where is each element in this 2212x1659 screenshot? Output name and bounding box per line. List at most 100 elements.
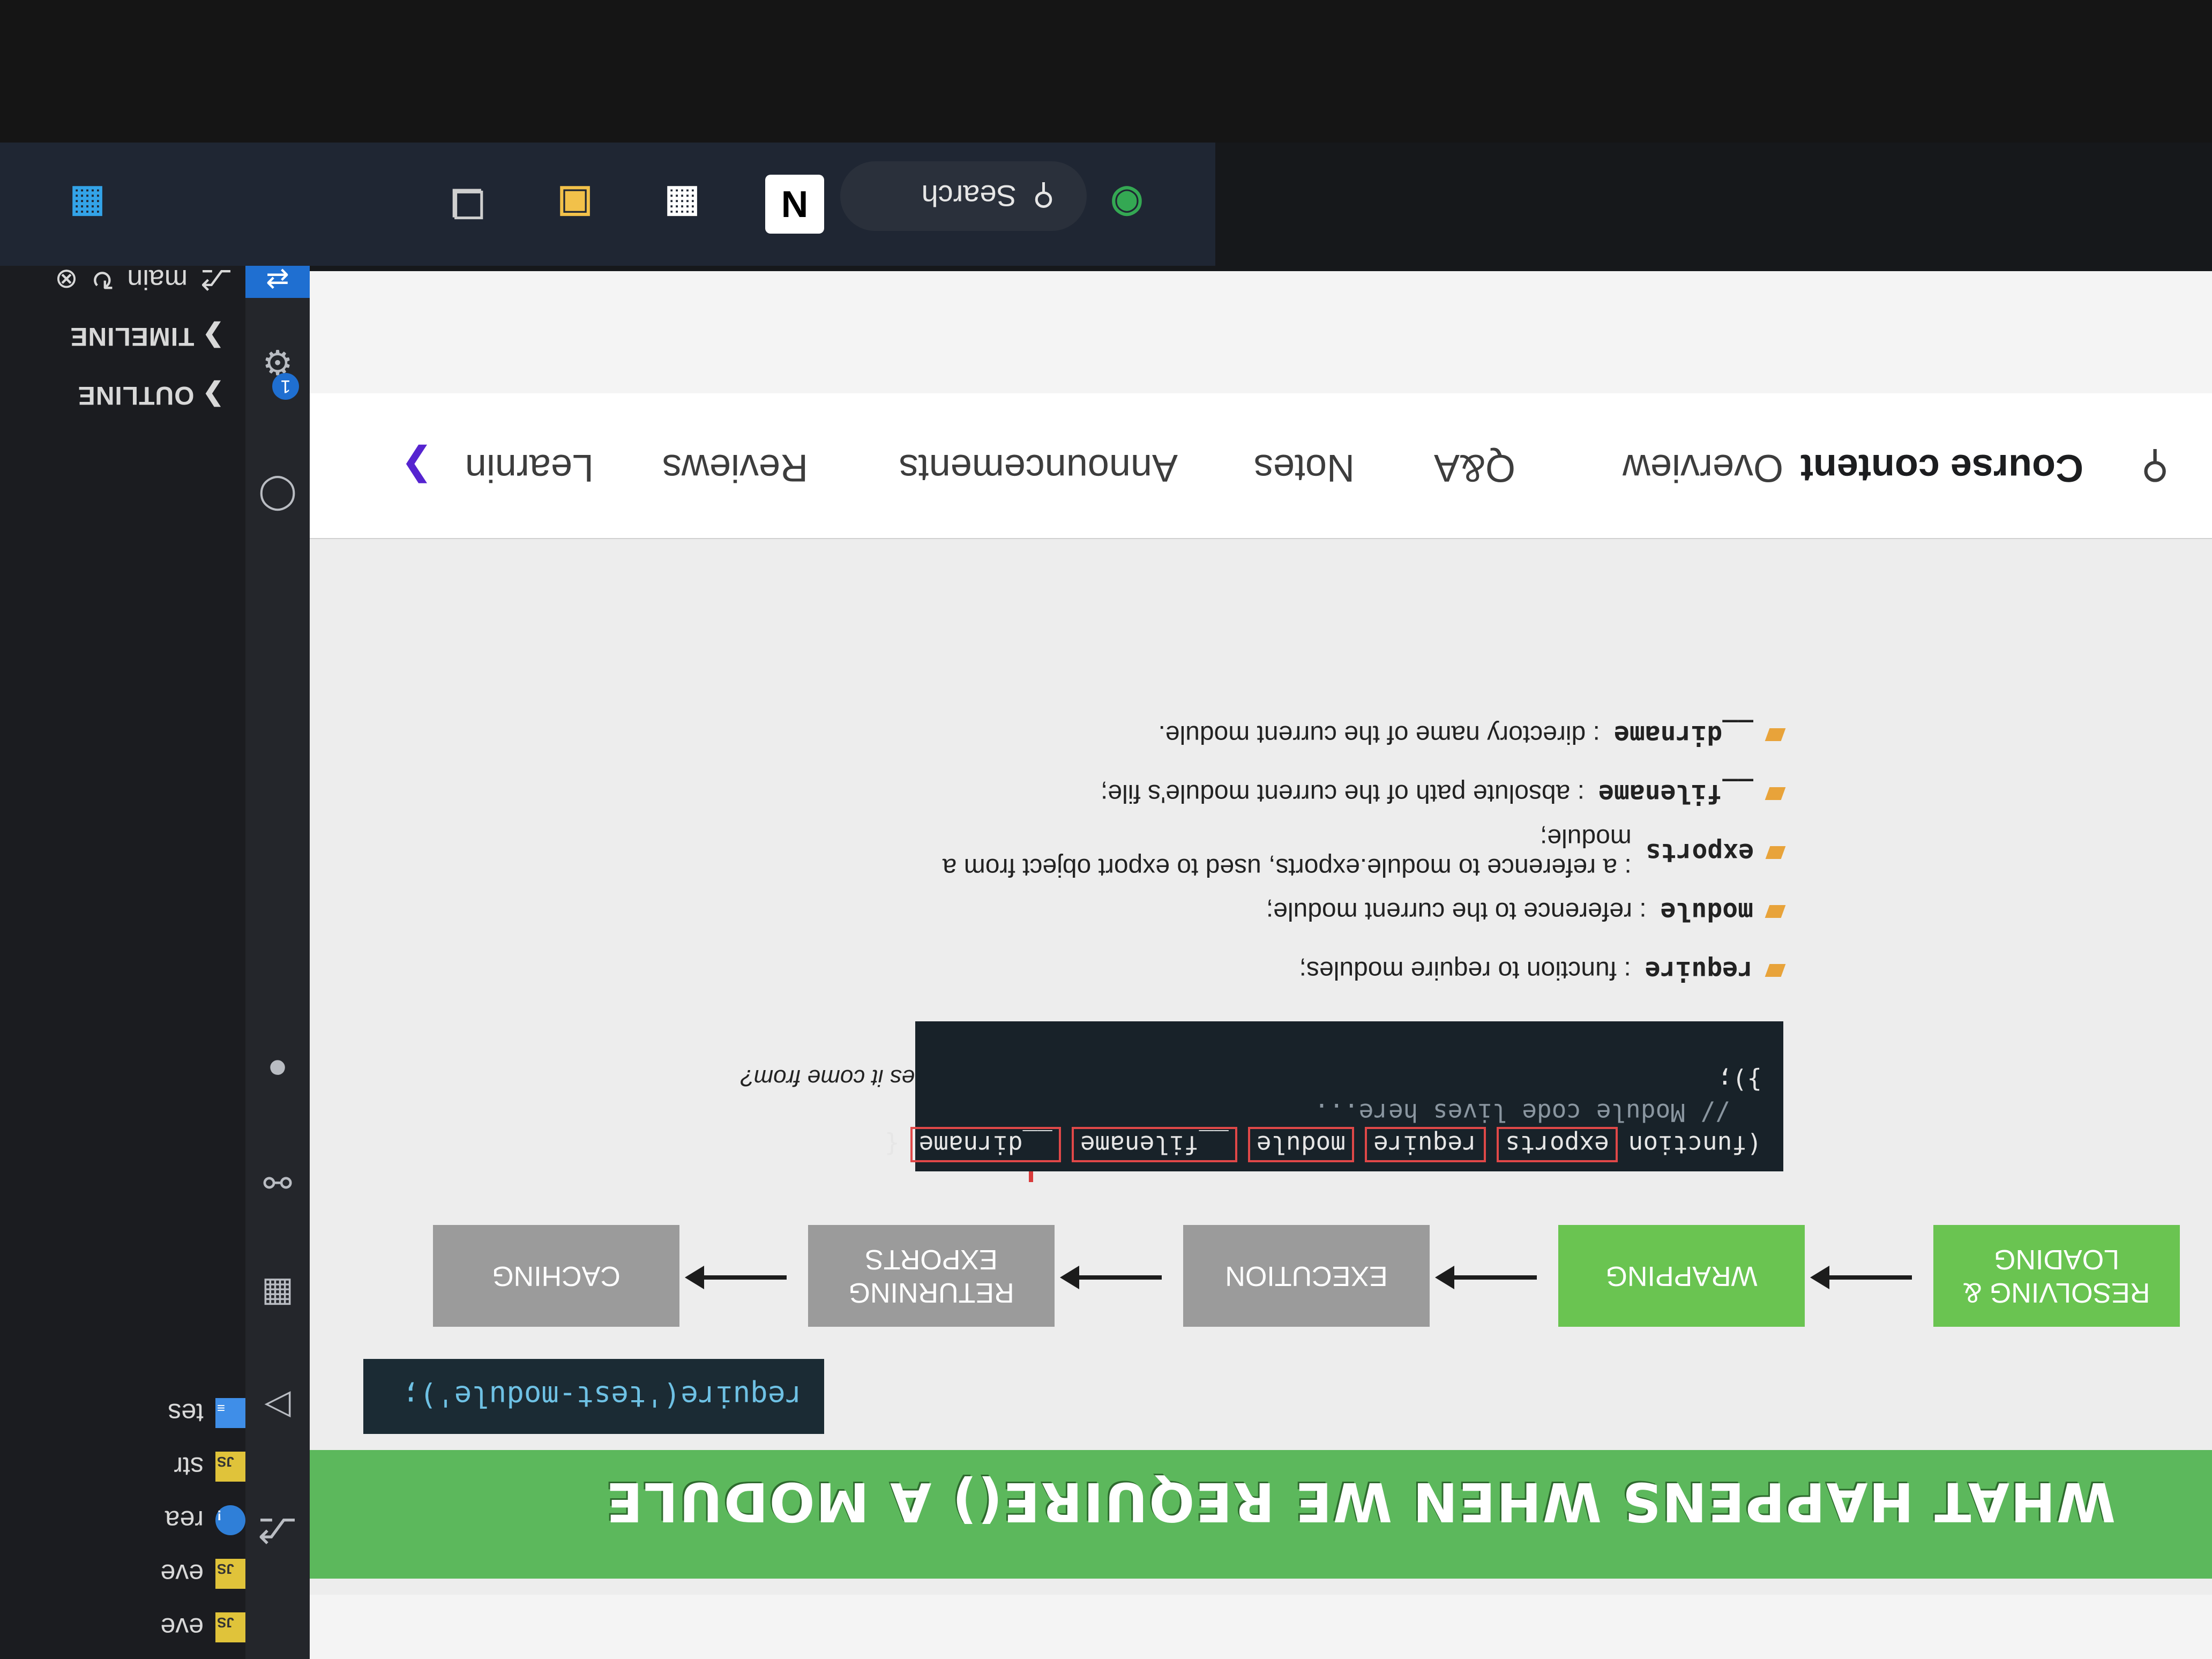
search-icon: ⚲	[1032, 180, 1055, 213]
tab-notes[interactable]: Notes	[1254, 446, 1355, 490]
file-name: tes	[168, 1398, 204, 1428]
search-icon[interactable]: ⚲	[2141, 445, 2169, 490]
vscode-explorer: JS eve JS eve ! rea JS str ≡ tes ❯ OUTLINE ❯ …	[0, 266, 245, 1659]
flow-arrow	[1826, 1275, 1912, 1280]
js-file-icon: JS	[215, 1612, 245, 1642]
laptop-bezel	[0, 0, 2212, 143]
lecture-slide: WHAT HAPPENS WHEN WE REQUIRE() A MODULE …	[310, 491, 2212, 1595]
timeline-label: TIMELINE	[70, 322, 195, 350]
step-caching: CACHING	[433, 1225, 679, 1327]
flow-arrow	[701, 1275, 787, 1280]
flow-arrow	[1451, 1275, 1537, 1280]
bullet-text: : function to require modules;	[1299, 956, 1631, 985]
bullet-term: __filename	[1598, 779, 1753, 809]
errors-icon[interactable]: ⊗	[55, 263, 78, 295]
photographed-screen: WHAT HAPPENS WHEN WE REQUIRE() A MODULE …	[0, 0, 2212, 1659]
branch-name[interactable]: main	[127, 263, 188, 295]
bullet-marker	[1765, 905, 1786, 918]
bullet-term: __dirname	[1613, 720, 1753, 750]
slide-banner: WHAT HAPPENS WHEN WE REQUIRE() A MODULE	[310, 1450, 2212, 1579]
step-wrapping: WRAPPING	[1558, 1225, 1805, 1327]
remote-icon[interactable]: ⚯	[256, 1161, 299, 1204]
step-execution: EXECUTION	[1183, 1225, 1430, 1327]
file-explorer-icon[interactable]: ▣	[545, 175, 604, 234]
course-tabs: ⚲ Course content Overview Q&A Notes Anno…	[310, 393, 2212, 539]
chrome-profile-icon[interactable]: ◉	[1097, 175, 1156, 234]
source-control-icon[interactable]: ⎇	[256, 1509, 299, 1552]
step-returning-exports: RETURNING EXPORTS	[808, 1225, 1055, 1327]
tab-learning[interactable]: Learnin	[465, 446, 594, 490]
code-closing: });	[1717, 1066, 1762, 1095]
browser-content: WHAT HAPPENS WHEN WE REQUIRE() A MODULE …	[310, 271, 2212, 1659]
file-item[interactable]: JS eve	[160, 1558, 245, 1589]
list-item: module : reference to the current module;	[872, 882, 1786, 941]
slide-title: WHAT HAPPENS WHEN WE REQUIRE() A MODULE	[605, 1470, 2116, 1533]
code-brace: {	[884, 1130, 900, 1159]
file-name: rea	[165, 1505, 204, 1535]
list-item: require : function to require modules;	[872, 941, 1786, 1000]
bullet-list: require : function to require modules; mo…	[872, 705, 1786, 1000]
wrapper-function-code: (function exports require module __filen…	[885, 1021, 1783, 1171]
extensions-icon[interactable]: ▦	[256, 1273, 299, 1316]
tab-course-content[interactable]: Course content	[1800, 446, 2083, 490]
chevron-right-icon: ❯	[201, 381, 224, 409]
bullet-marker	[1765, 787, 1786, 800]
code-keyword: (function	[1628, 1130, 1762, 1159]
git-branch-icon: ⎇	[200, 264, 233, 295]
tab-announcements[interactable]: Announcements	[899, 446, 1178, 490]
docker-icon[interactable]: ●	[256, 1048, 299, 1091]
list-item: __dirname : directory name of the current…	[872, 705, 1786, 764]
file-item[interactable]: ! rea	[165, 1505, 245, 1536]
bullet-text: : absolute path of the current module's …	[1100, 779, 1585, 808]
outline-section[interactable]: ❯ OUTLINE	[78, 380, 224, 410]
file-item[interactable]: ≡ tes	[168, 1398, 245, 1429]
js-file-icon: JS	[215, 1452, 245, 1482]
file-item[interactable]: JS str	[174, 1451, 245, 1482]
taskbar-search[interactable]: ⚲ Search	[840, 161, 1087, 231]
settings-badge: 1	[272, 373, 299, 400]
tab-qa[interactable]: Q&A	[1434, 446, 1515, 490]
task-view-icon[interactable]: ❏	[438, 175, 497, 234]
js-file-icon: JS	[215, 1559, 245, 1589]
list-item: exports: a reference to module.exports, …	[872, 823, 1786, 882]
bullet-text: : reference to the current module;	[1266, 897, 1647, 926]
bullet-term: exports	[1645, 838, 1754, 868]
bullet-text: : directory name of the current module.	[1158, 720, 1600, 749]
code-param: __filename	[1071, 1127, 1237, 1162]
chevron-right-icon[interactable]: ❯	[401, 445, 433, 490]
outline-label: OUTLINE	[77, 381, 195, 409]
remote-indicator-icon[interactable]: ⇄	[245, 260, 310, 298]
bullet-marker	[1765, 846, 1786, 859]
require-code-box: require('test-module');	[363, 1359, 824, 1434]
code-param: exports	[1496, 1127, 1618, 1162]
flow-arrow	[1076, 1275, 1162, 1280]
code-param: __dirname	[910, 1127, 1061, 1162]
chevron-right-icon: ❯	[201, 322, 224, 350]
bullet-term: module	[1660, 896, 1753, 926]
file-name: str	[174, 1452, 204, 1482]
file-name: eve	[160, 1612, 204, 1642]
windows-start-icon[interactable]: ▦	[58, 175, 117, 234]
tab-overview[interactable]: Overview	[1623, 446, 1783, 490]
sync-icon[interactable]: ↻	[91, 263, 115, 295]
file-name: eve	[160, 1559, 204, 1589]
debug-icon[interactable]: ▷	[256, 1386, 299, 1429]
microsoft-store-icon[interactable]: ▦	[653, 175, 712, 234]
list-item: __filename : absolute path of the current…	[872, 764, 1786, 823]
search-label: Search	[921, 179, 1017, 213]
code-param: require	[1365, 1127, 1486, 1162]
file-item[interactable]: JS eve	[160, 1612, 245, 1643]
timeline-section[interactable]: ❯ TIMELINE	[70, 322, 224, 352]
vscode-status-bar: ⇄ ⎇ main ↻ ⊗	[0, 260, 310, 298]
accounts-icon[interactable]: ◯	[256, 475, 299, 518]
vscode-activity-bar: ⎇ ▷ ▦ ⚯ ● ◯ ⚙ 1	[245, 266, 310, 1659]
notion-icon[interactable]: N	[765, 175, 824, 234]
tab-reviews[interactable]: Reviews	[662, 446, 808, 490]
bullet-marker	[1765, 728, 1786, 741]
step-resolving-loading: RESOLVING & LOADING	[1933, 1225, 2180, 1327]
code-comment: // Module code lives here...	[1314, 1098, 1730, 1127]
code-param: module	[1247, 1127, 1354, 1162]
code-line: (function exports require module __filen…	[885, 1127, 1762, 1162]
bullet-marker	[1765, 964, 1786, 977]
bullet-term: require	[1645, 955, 1753, 985]
